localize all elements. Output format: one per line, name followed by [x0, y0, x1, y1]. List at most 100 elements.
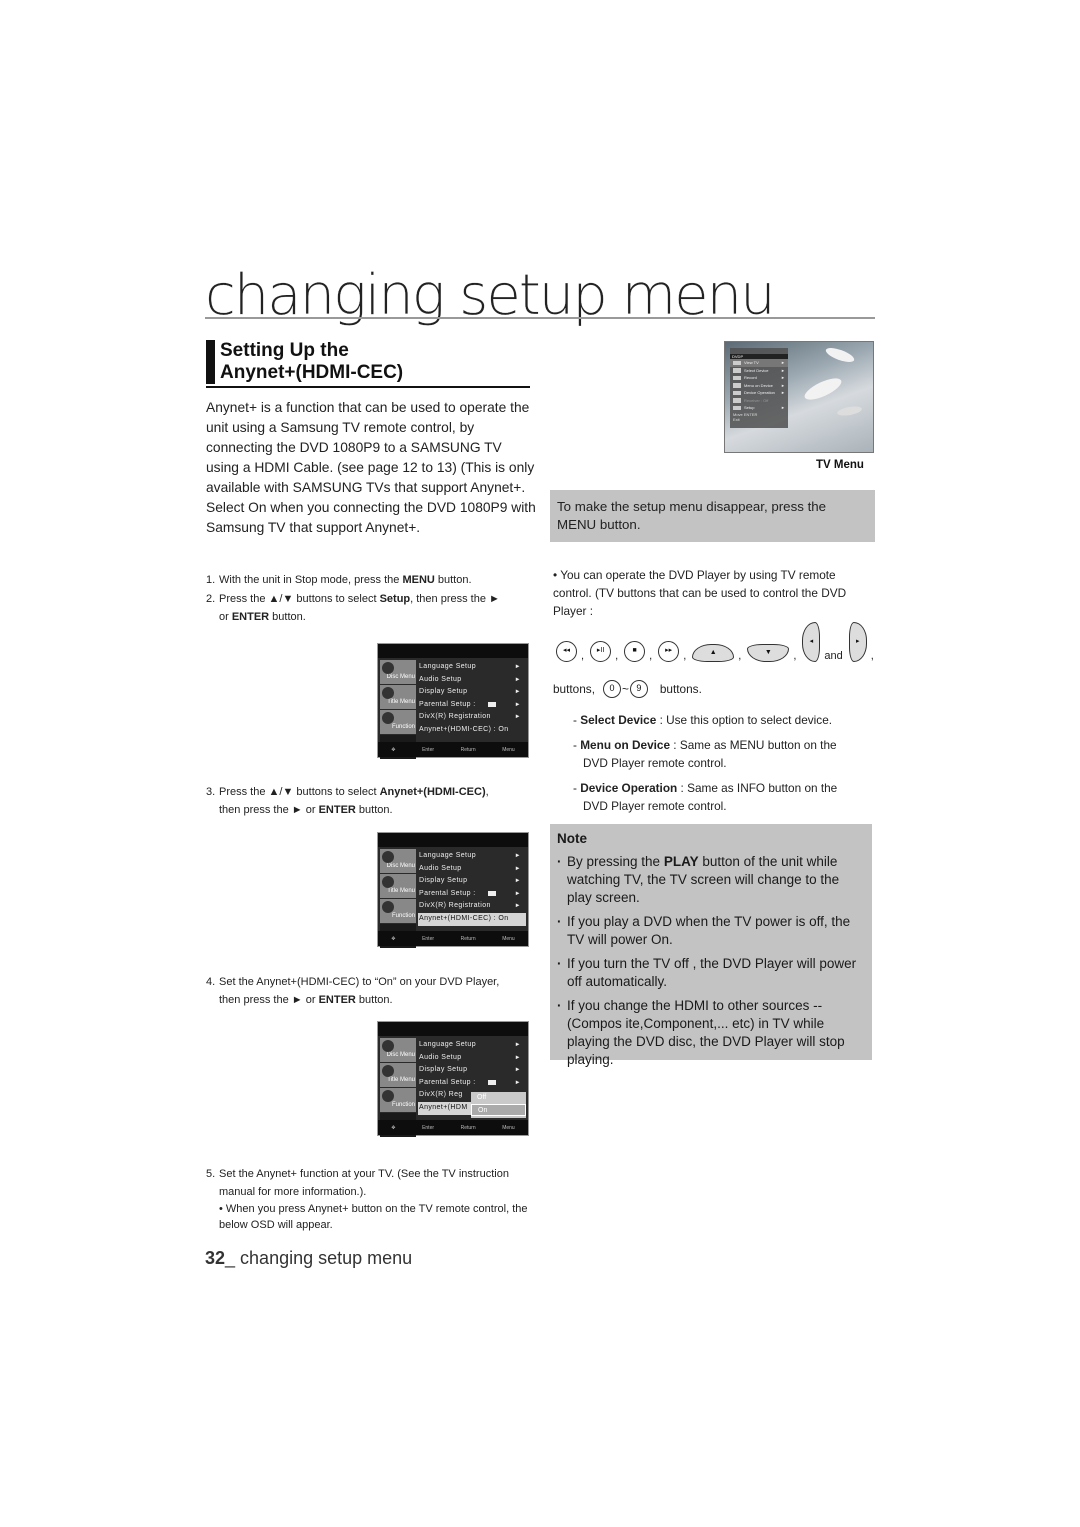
note-item: If you play a DVD when the TV power is o… [557, 913, 865, 949]
title-icon [382, 687, 394, 699]
osd-item-parental[interactable]: Parental Setup : ► [418, 699, 526, 712]
step-5: 5. Set the Anynet+ function at your TV. (… [206, 1168, 509, 1198]
step-2: 2. Press the ▲/▼ buttons to select Setup,… [206, 593, 500, 623]
popup-option-off[interactable]: Off [471, 1092, 526, 1104]
osd-side-disc-menu[interactable]: Disc Menu [380, 849, 416, 873]
page-footer: 32_ changing setup menu [205, 1248, 412, 1269]
arrow-right-icon: ► [514, 1079, 521, 1086]
arrow-right-icon: ► [514, 890, 521, 897]
osd-side-title-menu[interactable]: Title Menu [380, 685, 416, 709]
tv-menu-record[interactable]: Record ► [730, 374, 788, 382]
rewind-icon: ◂◂ [556, 641, 577, 662]
osd-item-audio[interactable]: Audio Setup ► [418, 674, 526, 687]
osd-popup-on-off: Off On [471, 1092, 526, 1118]
function-icon [382, 1090, 394, 1102]
osd-footer: ✥ Enter Return Menu [378, 1120, 528, 1135]
osd-items: Language Setup ► Audio Setup ► Display Set… [418, 850, 526, 926]
popup-option-on-selected[interactable]: On [471, 1104, 526, 1116]
osd-side-title-menu[interactable]: Title Menu [380, 874, 416, 898]
osd-item-language[interactable]: Language Setup ► [418, 850, 526, 863]
osd-side-function[interactable]: Function [380, 1088, 416, 1112]
right-arrow-icon: ▸ [848, 622, 867, 662]
hint-box: To make the setup menu disappear, press … [550, 490, 875, 542]
intro-text: Anynet+ is a function that can be used t… [206, 398, 536, 538]
note-item: By pressing the PLAY button of the unit … [557, 853, 865, 907]
osd-item-display[interactable]: Display Setup ► [418, 1064, 526, 1077]
bird-shape [801, 374, 845, 404]
stop-icon: ■ [624, 641, 646, 662]
osd-side-disc-menu[interactable]: Disc Menu [380, 660, 416, 684]
osd-item-language[interactable]: Language Setup ► [418, 661, 526, 674]
note-item: If you turn the TV off , the DVD Player … [557, 955, 865, 991]
osd-item-anynet[interactable]: Anynet+(HDMI-CEC) : On [418, 724, 526, 737]
osd-menu-setup: Disc Menu Title Menu Function Setup Lang… [377, 643, 529, 759]
arrow-right-icon: ► [514, 701, 521, 708]
tv-menu-view-tv[interactable]: View TV ► [730, 359, 788, 367]
arrow-right-icon: ► [514, 853, 521, 859]
bird-shape [824, 345, 856, 365]
osd-side-function[interactable]: Function [380, 899, 416, 923]
left-arrow-icon: ◂ [802, 622, 821, 662]
arrow-right-icon: ► [514, 1067, 521, 1074]
osd-item-anynet[interactable]: Anynet+(HDM [418, 1101, 472, 1115]
osd-item-parental[interactable]: Parental Setup : ► [418, 888, 526, 901]
tv-osd-menu: DVDP View TV ► Select Device ► Record ► Men… [730, 348, 788, 428]
intro-paragraph-1: Anynet+ is a function that can be used t… [206, 400, 535, 495]
arrow-right-icon: ► [514, 676, 521, 683]
osd-item-audio[interactable]: Audio Setup ► [418, 863, 526, 876]
lock-icon [488, 701, 496, 707]
tv-menu-select-device[interactable]: Select Device ► [730, 367, 788, 375]
osd-footer: ✥ Enter Return Menu [378, 742, 528, 757]
osd-item-divx[interactable]: DivX(R) Registration ► [418, 900, 526, 913]
title-icon [382, 1065, 394, 1077]
step-5-bullet: • When you press Anynet+ button on the T… [219, 1203, 528, 1231]
osd-side-function[interactable]: Function [380, 710, 416, 734]
osd-menu-anynet-highlighted: Disc Menu Title Menu Function Setup Lang… [377, 832, 529, 948]
title-icon [382, 876, 394, 888]
osd-item-parental[interactable]: Parental Setup : ► [418, 1077, 526, 1090]
digit-buttons-row: buttons, 0 ~ 9 buttons. [553, 680, 702, 698]
tv-menu-caption: TV Menu [816, 459, 864, 471]
intro-paragraph-2: Select On when you connecting the DVD 10… [206, 500, 536, 535]
option-menu-on-device: - Menu on Device : Same as MENU button o… [573, 738, 837, 770]
osd-item-display[interactable]: Display Setup ► [418, 875, 526, 888]
tv-menu-menu-on-device[interactable]: Menu on Device ► [730, 382, 788, 390]
arrow-right-icon: ► [514, 664, 521, 670]
section-heading-line2: Anynet+(HDMI-CEC) [220, 362, 404, 383]
osd-menu-anynet-popup: Disc Menu Title Menu Function Setup Lang… [377, 1021, 529, 1137]
arrow-right-icon: ► [514, 689, 521, 696]
nav-icon: ✥ [391, 1124, 396, 1131]
osd-side-disc-menu[interactable]: Disc Menu [380, 1038, 416, 1062]
arrow-right-icon: ► [514, 714, 521, 721]
osd-item-anynet-selected[interactable]: Anynet+(HDMI-CEC) : On [418, 912, 526, 926]
up-arrow-icon: ▲ [692, 644, 735, 662]
nav-icon: ✥ [391, 746, 396, 753]
tv-menu-screenshot: DVDP View TV ► Select Device ► Record ► Men… [724, 341, 874, 453]
page-title: changing setup menu [205, 263, 776, 328]
section-heading-line1: Setting Up the [220, 340, 349, 361]
play-pause-icon: ▸II [590, 641, 612, 662]
osd-side-title-menu[interactable]: Title Menu [380, 1063, 416, 1087]
osd-item-display[interactable]: Display Setup ► [418, 686, 526, 699]
step-1: 1. With the unit in Stop mode, press the … [206, 574, 472, 586]
tv-menu-receiver[interactable]: Receiver : Off [730, 397, 788, 405]
disc-icon [382, 1040, 394, 1052]
arrow-right-icon: ► [514, 865, 521, 872]
osd-item-language[interactable]: Language Setup ► [418, 1039, 526, 1052]
function-icon [382, 901, 394, 913]
osd-items: Language Setup ► Audio Setup ► Display Set… [418, 661, 526, 737]
arrow-right-icon: ► [514, 878, 521, 885]
remote-intro: • You can operate the DVD Player by usin… [553, 568, 847, 618]
note-title: Note [557, 831, 587, 846]
nav-icon: ✥ [391, 935, 396, 942]
section-rule [206, 386, 530, 388]
function-icon [382, 712, 394, 724]
tv-menu-setup[interactable]: Setup ► [730, 404, 788, 412]
digit-0-icon: 0 [602, 680, 621, 698]
lock-icon [488, 1079, 496, 1085]
osd-item-audio[interactable]: Audio Setup ► [418, 1052, 526, 1065]
section-heading: Setting Up the Anynet+(HDMI-CEC) [206, 340, 530, 384]
osd-item-divx[interactable]: DivX(R) Registration ► [418, 711, 526, 724]
tv-menu-device-operation[interactable]: Device Operation ► [730, 389, 788, 397]
step-4: 4. Set the Anynet+(HDMI-CEC) to “On” on y… [206, 976, 500, 1006]
